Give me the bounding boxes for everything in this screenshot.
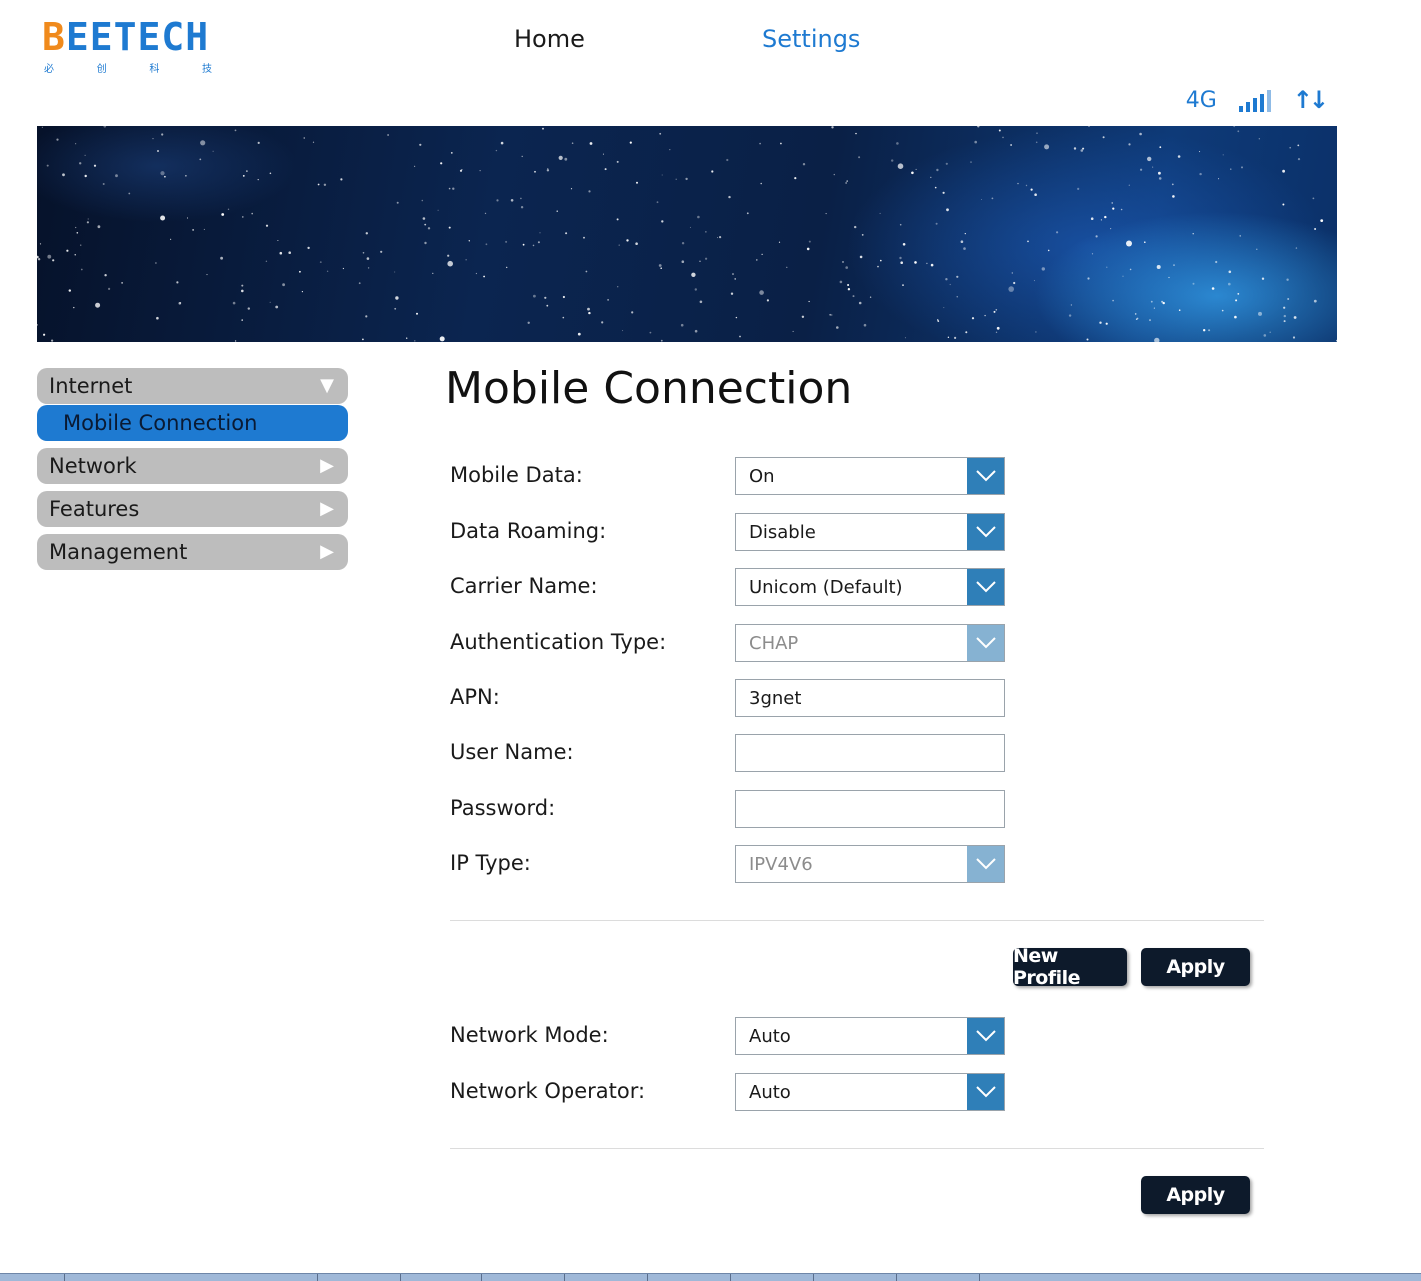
user-name-input[interactable] bbox=[735, 734, 1005, 772]
logo-wordmark: BEETECH bbox=[42, 15, 210, 59]
nav-settings-link[interactable]: Settings bbox=[762, 24, 860, 54]
starfield-image bbox=[37, 126, 1337, 342]
select-value: IPV4V6 bbox=[749, 853, 813, 875]
sidebar-item-internet[interactable]: Internet ▼ bbox=[37, 368, 348, 404]
auth-type-row: Authentication Type: CHAP bbox=[450, 624, 1010, 664]
sidebar-item-network[interactable]: Network ▶ bbox=[37, 448, 348, 484]
field-label: APN: bbox=[450, 685, 500, 709]
apn-input[interactable]: 3gnet bbox=[735, 679, 1005, 717]
network-mode-select[interactable]: Auto bbox=[735, 1017, 1005, 1055]
sidebar: Internet ▼ Mobile Connection Network ▶ F… bbox=[37, 368, 348, 577]
network-operator-row: Network Operator: Auto bbox=[450, 1073, 1010, 1113]
user-name-row: User Name: bbox=[450, 734, 1010, 774]
sidebar-item-label: Management bbox=[49, 540, 188, 564]
password-input[interactable] bbox=[735, 790, 1005, 828]
chevron-down-icon[interactable] bbox=[967, 514, 1004, 550]
mobile-data-select[interactable]: On bbox=[735, 457, 1005, 495]
page-title: Mobile Connection bbox=[445, 363, 853, 414]
sidebar-item-label: Features bbox=[49, 497, 140, 521]
select-value: On bbox=[749, 465, 775, 487]
field-label: Carrier Name: bbox=[450, 574, 598, 598]
apply-network-button[interactable]: Apply bbox=[1141, 1176, 1250, 1214]
field-label: Mobile Data: bbox=[450, 463, 583, 487]
ip-type-row: IP Type: IPV4V6 bbox=[450, 845, 1010, 885]
section-divider bbox=[450, 920, 1264, 921]
select-value: Unicom (Default) bbox=[749, 576, 903, 598]
beetech-logo: BEETECH 必创科技 bbox=[40, 8, 220, 75]
signal-bars-icon bbox=[1238, 88, 1271, 112]
field-label: User Name: bbox=[450, 740, 574, 764]
input-value: 3gnet bbox=[749, 687, 802, 709]
field-label: Password: bbox=[450, 796, 556, 820]
network-type-label: 4G bbox=[1185, 87, 1217, 113]
select-value: Disable bbox=[749, 521, 816, 543]
data-transfer-icon: ↑↓ bbox=[1292, 86, 1329, 114]
triangle-right-icon: ▶ bbox=[320, 455, 334, 476]
apply-profile-button[interactable]: Apply bbox=[1141, 948, 1250, 986]
field-label: Authentication Type: bbox=[450, 630, 667, 654]
triangle-right-icon: ▶ bbox=[320, 498, 334, 519]
ip-type-select[interactable]: IPV4V6 bbox=[735, 845, 1005, 883]
status-bar: 4G ↑↓ bbox=[1185, 86, 1329, 114]
chevron-down-icon[interactable] bbox=[967, 1074, 1004, 1110]
data-roaming-row: Data Roaming: Disable bbox=[450, 513, 1010, 553]
chevron-down-icon[interactable] bbox=[967, 625, 1004, 661]
field-label: Network Mode: bbox=[450, 1023, 609, 1047]
sidebar-item-label: Network bbox=[49, 454, 137, 478]
mobile-data-row: Mobile Data: On bbox=[450, 457, 1010, 497]
section-divider bbox=[450, 1148, 1264, 1149]
data-roaming-select[interactable]: Disable bbox=[735, 513, 1005, 551]
sidebar-item-label: Internet bbox=[49, 374, 133, 398]
sidebar-subitem-label: Mobile Connection bbox=[63, 411, 258, 435]
triangle-right-icon: ▶ bbox=[320, 541, 334, 562]
logo-subtitle: 必创科技 bbox=[44, 64, 214, 75]
auth-type-select[interactable]: CHAP bbox=[735, 624, 1005, 662]
select-value: CHAP bbox=[749, 632, 799, 654]
sidebar-item-management[interactable]: Management ▶ bbox=[37, 534, 348, 570]
carrier-name-row: Carrier Name: Unicom (Default) bbox=[450, 568, 1010, 608]
chevron-down-icon[interactable] bbox=[967, 1018, 1004, 1054]
field-label: IP Type: bbox=[450, 851, 531, 875]
field-label: Network Operator: bbox=[450, 1079, 646, 1103]
nav-home-link[interactable]: Home bbox=[514, 24, 585, 54]
select-value: Auto bbox=[749, 1025, 791, 1047]
header-banner bbox=[37, 126, 1337, 342]
password-row: Password: bbox=[450, 790, 1010, 830]
chevron-down-icon[interactable] bbox=[967, 846, 1004, 882]
apn-row: APN: 3gnet bbox=[450, 679, 1010, 719]
new-profile-button[interactable]: New Profile bbox=[1013, 945, 1127, 989]
network-operator-select[interactable]: Auto bbox=[735, 1073, 1005, 1111]
chevron-down-icon[interactable] bbox=[967, 569, 1004, 605]
carrier-name-select[interactable]: Unicom (Default) bbox=[735, 568, 1005, 606]
select-value: Auto bbox=[749, 1081, 791, 1103]
sidebar-item-features[interactable]: Features ▶ bbox=[37, 491, 348, 527]
chevron-down-icon[interactable] bbox=[967, 458, 1004, 494]
field-label: Data Roaming: bbox=[450, 519, 607, 543]
triangle-down-icon: ▼ bbox=[320, 375, 334, 396]
network-mode-row: Network Mode: Auto bbox=[450, 1017, 1010, 1057]
sidebar-subitem-mobile-connection[interactable]: Mobile Connection bbox=[37, 405, 348, 441]
